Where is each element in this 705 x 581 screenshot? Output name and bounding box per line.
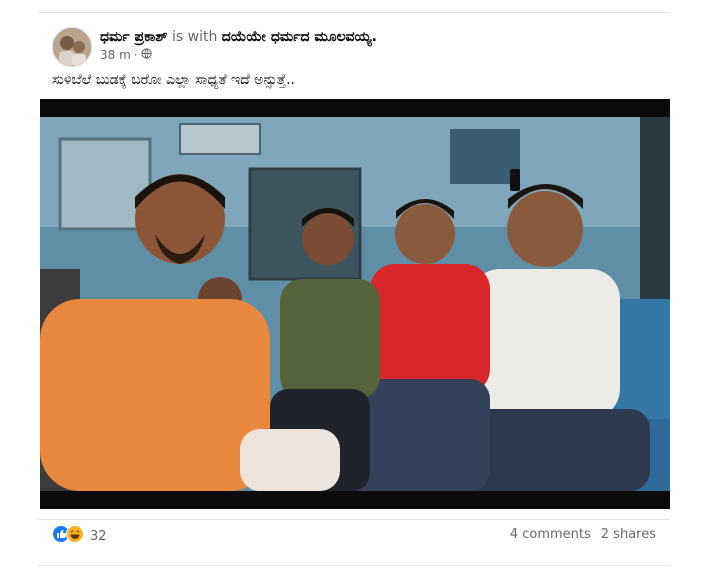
with-text: is with (171, 29, 218, 45)
post-meta: 38 m · (100, 48, 152, 62)
post-photo[interactable] (40, 99, 670, 509)
post-time[interactable]: 38 m (100, 48, 131, 62)
meta-separator: · (133, 48, 138, 62)
post-footer: 32 4 comments 2 shares (52, 525, 656, 547)
globe-icon (140, 48, 152, 62)
author-line: ಧರ್ಮ ಪ್ರಕಾಶ್ is with ದಯೆಯೇ ಧರ್ಮದ ಮೂಲವಯ್ಯ… (100, 29, 377, 45)
author-avatar[interactable] (52, 27, 92, 67)
shares-link[interactable]: 2 shares (601, 527, 656, 542)
haha-icon (66, 525, 84, 547)
post-card: ಧರ್ಮ ಪ್ರಕಾಶ್ is with ದಯೆಯೇ ಧರ್ಮದ ಮೂಲವಯ್ಯ… (38, 12, 670, 566)
footer-divider (38, 519, 670, 520)
author-name[interactable]: ಧರ್ಮ ಪ್ರಕಾಶ್ (100, 29, 168, 45)
post-header: ಧರ್ಮ ಪ್ರಕಾಶ್ is with ದಯೆಯೇ ಧರ್ಮದ ಮೂಲವಯ್ಯ… (52, 27, 656, 67)
reaction-count[interactable]: 32 (90, 529, 107, 544)
reactions[interactable]: 32 (52, 525, 107, 547)
comments-link[interactable]: 4 comments (510, 527, 591, 542)
group-name[interactable]: ದಯೆಯೇ ಧರ್ಮದ ಮೂಲವಯ್ಯ. (222, 29, 377, 45)
engagement-counts: 4 comments 2 shares (510, 527, 656, 542)
post-text: ಸುಳಿಬೆಲೆ ಬುಡಕ್ಕೆ ಬರೋ ಎಲ್ಲಾ ಸಾಧ್ಯತೆ ಇದೆ ಅ… (52, 72, 295, 88)
